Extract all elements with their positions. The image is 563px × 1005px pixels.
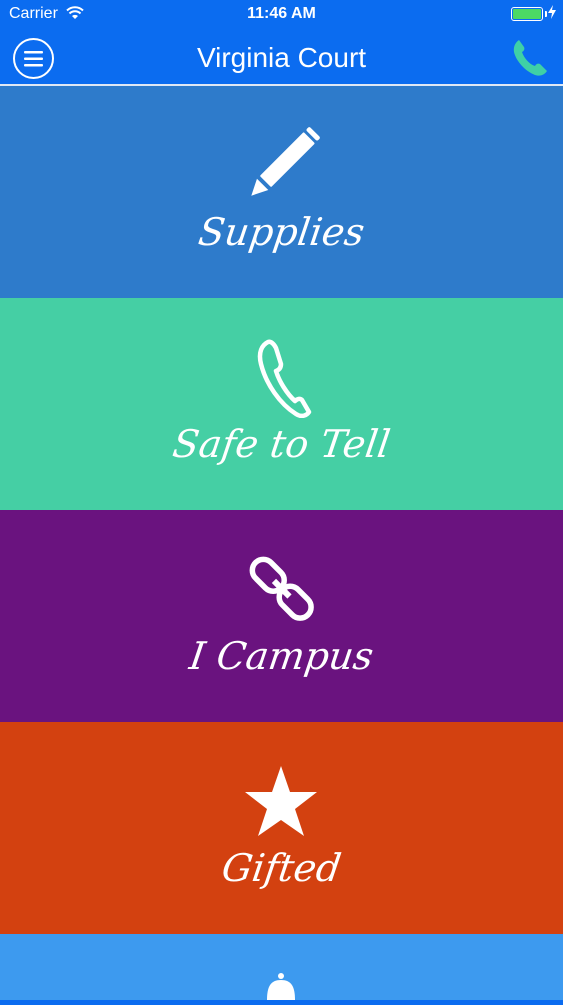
status-bar: Carrier 11:46 AM [0, 0, 563, 30]
pencil-icon [0, 126, 563, 206]
nav-bar: Virginia Court [0, 30, 563, 86]
clock: 11:46 AM [247, 5, 316, 22]
phone-icon [513, 40, 547, 76]
link-icon [0, 550, 563, 630]
tile-gifted[interactable]: Gifted [0, 722, 563, 934]
page-title: Virginia Court [196, 42, 367, 73]
call-button[interactable] [511, 36, 551, 83]
star-icon [0, 762, 563, 842]
battery-cap [545, 11, 547, 17]
tile-i-campus[interactable]: I Campus [0, 510, 563, 722]
charging-icon [548, 5, 556, 24]
tile-label: Safe to Tell [170, 422, 393, 466]
tile-supplies[interactable]: Supplies [0, 86, 563, 298]
phone-icon [0, 338, 563, 419]
bell-icon [0, 972, 563, 1000]
tile-safe-to-tell[interactable]: Safe to Tell [0, 298, 563, 510]
battery-icon [511, 7, 543, 21]
tile-label: Gifted [219, 846, 344, 890]
tile-label: I Campus [186, 634, 377, 678]
tile-notifications[interactable] [0, 934, 563, 1000]
tile-label: Supplies [195, 210, 368, 254]
